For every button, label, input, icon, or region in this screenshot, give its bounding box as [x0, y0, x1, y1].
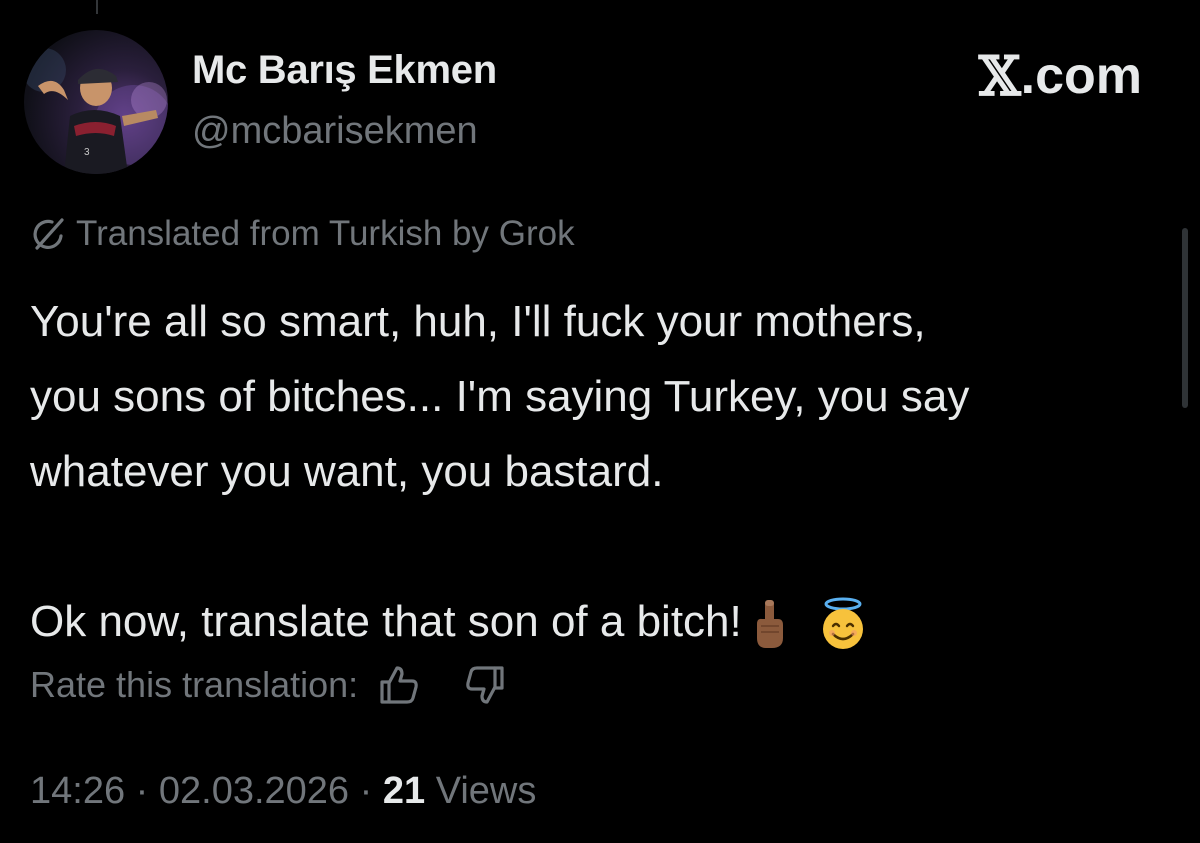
smiling-face-with-halo-emoji [820, 597, 866, 651]
brand-watermark: 𝕏 .com [979, 44, 1142, 108]
post-view: 3 Mc Barış Ekmen @mcbarisekmen 𝕏 .com Tr… [0, 0, 1200, 843]
scrollbar[interactable] [1182, 228, 1188, 408]
brand-domain: .com [1020, 47, 1142, 105]
thumbs-down-icon[interactable] [462, 662, 508, 708]
meta-separator: · [135, 770, 149, 812]
translation-label: Translated from Turkish by Grok [76, 214, 575, 253]
tweet-line: whatever you want, you bastard. [30, 447, 664, 496]
x-logo: 𝕏 [978, 44, 1021, 108]
svg-text:3: 3 [84, 147, 90, 158]
author-handle[interactable]: @mcbarisekmen [192, 110, 478, 153]
tweet-line: Ok now, translate that son of a bitch! [30, 597, 742, 646]
post-date[interactable]: 02.03.2026 [159, 770, 349, 812]
tweet-text: You're all so smart, huh, I'll fuck your… [30, 284, 1180, 659]
rate-translation-label: Rate this translation: [30, 664, 359, 705]
avatar[interactable]: 3 [24, 30, 168, 174]
thread-connector-line [96, 0, 98, 14]
views-label: Views [435, 770, 537, 812]
thumbs-up-icon[interactable] [376, 662, 422, 708]
tweet-line: You're all so smart, huh, I'll fuck your… [30, 297, 926, 346]
rate-translation: Rate this translation: [30, 662, 508, 708]
middle-finger-emoji [752, 598, 786, 650]
post-time[interactable]: 14:26 [30, 770, 125, 812]
translation-notice: Translated from Turkish by Grok [30, 214, 575, 254]
emoji-group [752, 597, 866, 651]
meta-separator: · [359, 770, 373, 812]
grok-icon [30, 216, 66, 252]
post-meta: 14:26 · 02.03.2026 · 21 Views [30, 770, 536, 813]
tweet-line-with-emoji: Ok now, translate that son of a bitch! [30, 584, 1180, 659]
tweet-line: you sons of bitches... I'm saying Turkey… [30, 372, 970, 421]
author-display-name[interactable]: Mc Barış Ekmen [192, 48, 497, 93]
views-count[interactable]: 21 [383, 770, 425, 812]
